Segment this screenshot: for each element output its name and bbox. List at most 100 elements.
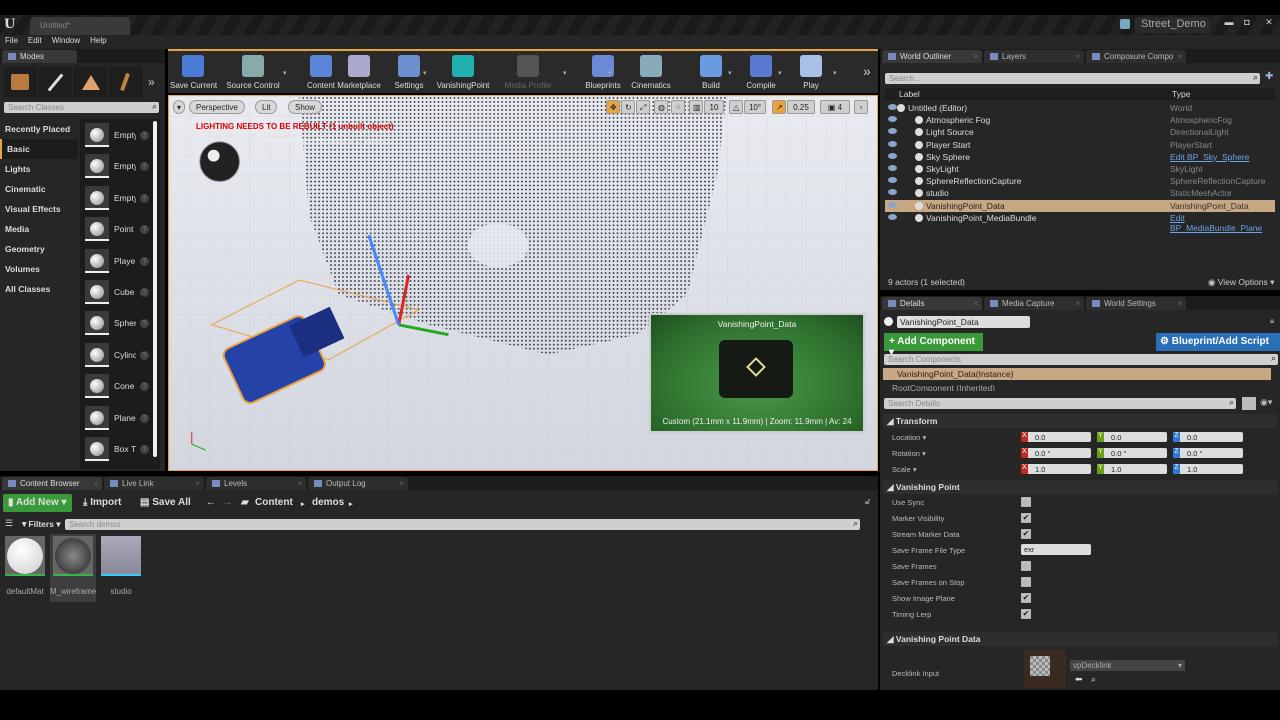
search-classes-input[interactable]: Search Classes ⌕ <box>4 101 159 113</box>
rotation-label[interactable]: Rotation ▾ <box>892 449 926 458</box>
class-item[interactable]: Playe? <box>83 248 153 277</box>
more-toolbar-icon[interactable]: » <box>863 63 871 79</box>
menu-window[interactable]: Window <box>47 35 85 45</box>
maximize-button[interactable]: ◘ <box>1240 17 1254 27</box>
outliner-row[interactable]: VanishingPoint_Data VanishingPoint_Data <box>885 199 1275 212</box>
show-button[interactable]: Show <box>288 100 323 114</box>
document-tab[interactable]: Untitled* <box>30 17 130 35</box>
maximize-viewport-button[interactable]: ▫ <box>854 100 868 114</box>
close-tab-icon[interactable]: × <box>1075 52 1080 61</box>
outliner-row[interactable]: studio StaticMeshActor <box>885 187 1275 199</box>
menu-edit[interactable]: Edit <box>23 35 47 45</box>
tab-details[interactable]: Details × <box>882 297 982 310</box>
path-content[interactable]: Content <box>250 494 298 512</box>
perspective-button[interactable]: Perspective <box>189 100 245 114</box>
location-z-field[interactable]: Z 0.0 <box>1173 432 1243 442</box>
visibility-eye-icon[interactable] <box>888 128 897 135</box>
menu-file[interactable]: File <box>0 35 23 45</box>
help-icon[interactable]: ? <box>140 288 149 297</box>
tab-live-link[interactable]: Live Link × <box>104 477 204 490</box>
lock-icon[interactable]: 🔓︎ <box>860 494 875 512</box>
menu-help[interactable]: Help <box>85 35 111 45</box>
add-component-button[interactable]: + Add Component ▾ <box>884 333 983 358</box>
save-frames-checkbox[interactable] <box>1021 561 1031 571</box>
help-icon[interactable]: ? <box>140 225 149 235</box>
outliner-row[interactable]: Player Start PlayerStart <box>885 139 1275 151</box>
tab-media-capture[interactable]: Media Capture × <box>984 297 1084 310</box>
column-type[interactable]: Type <box>1172 89 1190 99</box>
close-tab-icon[interactable]: × <box>399 479 404 488</box>
save-frame-file-type-input[interactable]: exr <box>1021 544 1091 555</box>
class-item[interactable]: Empty? <box>83 123 153 151</box>
scale-y-field[interactable]: Y 1.0 <box>1097 464 1167 474</box>
outliner-row[interactable]: SphereReflectionCapture SphereReflectionC… <box>885 175 1275 187</box>
class-item[interactable]: Point? <box>83 217 153 245</box>
blueprint-add-script-button[interactable]: ⚙ Blueprint/Add Script <box>1156 333 1280 351</box>
minimize-button[interactable]: ▬ <box>1222 17 1236 27</box>
tab-composure-compo[interactable]: Composure Compo × <box>1086 50 1186 63</box>
timing-lerp-checkbox[interactable]: ✔ <box>1021 609 1031 619</box>
root-component[interactable]: RootComponent (Inherited) <box>892 383 995 391</box>
close-tab-icon[interactable]: × <box>93 479 98 488</box>
actor-name-input[interactable]: VanishingPoint_Data <box>897 316 1030 328</box>
asset-m-wireframe[interactable]: M_wireframe <box>50 534 96 602</box>
translate-tool[interactable]: ✥ <box>606 100 620 114</box>
paint-mode-button[interactable] <box>39 67 72 97</box>
place-mode-button[interactable] <box>4 67 37 97</box>
outliner-row[interactable]: Sky Sphere Edit BP_Sky_Sphere <box>885 151 1275 163</box>
help-icon[interactable]: ? <box>140 131 149 140</box>
surface-snap-toggle[interactable]: ⁘ <box>671 100 685 114</box>
close-tab-icon[interactable]: × <box>297 479 302 488</box>
grid-snap-icon[interactable]: ▥ <box>689 100 703 114</box>
help-icon[interactable]: ? <box>140 319 149 329</box>
category-lights[interactable]: Lights <box>0 159 78 179</box>
lit-button[interactable]: Lit <box>255 100 278 114</box>
sources-toggle-icon[interactable]: ☰ <box>5 518 13 529</box>
path-demos[interactable]: demos <box>307 494 349 512</box>
landscape-mode-button[interactable] <box>74 67 107 97</box>
outliner-row[interactable]: SkyLight SkyLight <box>885 163 1275 175</box>
world-local-toggle[interactable]: ◍ <box>654 100 668 114</box>
toolbar-play-button[interactable]: Play <box>788 53 834 93</box>
toolbar-source-control-button[interactable]: Source Control <box>224 53 282 93</box>
outliner-search-input[interactable]: Search... ⌕ <box>885 72 1260 84</box>
outliner-row[interactable]: VanishingPoint_MediaBundle Edit BP_MediaB… <box>885 212 1275 233</box>
category-visual-effects[interactable]: Visual Effects <box>0 199 78 219</box>
visibility-eye-icon[interactable] <box>888 152 897 159</box>
toolbar-blueprints-button[interactable]: Blueprints <box>580 53 626 93</box>
category-basic[interactable]: Basic <box>0 139 78 159</box>
asset-studio[interactable]: studio <box>98 534 144 602</box>
search-components-input[interactable]: Search Components ⌕ <box>884 353 1278 365</box>
scale-snap-value[interactable]: 0.25 <box>787 100 815 114</box>
class-item[interactable]: Cone? <box>83 374 153 402</box>
asset-defaultmat[interactable]: defaultMat <box>2 534 48 602</box>
location-x-field[interactable]: X 0.0 <box>1021 432 1091 442</box>
class-item[interactable]: Cylinc? <box>83 342 153 371</box>
rotate-tool[interactable]: ↻ <box>621 100 635 114</box>
visibility-eye-icon[interactable] <box>888 116 897 123</box>
rotation-snap-value[interactable]: 10° <box>744 100 766 114</box>
forward-button[interactable]: → <box>217 494 237 512</box>
outliner-row[interactable]: Light Source DirectionalLight <box>885 126 1275 138</box>
tab-modes[interactable]: Modes <box>2 50 77 63</box>
dropdown-arrow-icon[interactable]: ▾ <box>423 69 427 77</box>
visibility-eye-icon[interactable] <box>888 165 897 171</box>
scale-label[interactable]: Scale ▾ <box>892 465 917 474</box>
save-frames-on-stop-checkbox[interactable] <box>1021 577 1031 587</box>
class-item[interactable]: Plane? <box>83 405 153 434</box>
dropdown-arrow-icon[interactable]: ▾ <box>833 69 837 77</box>
import-button[interactable]: ⤓ Import <box>78 494 126 512</box>
save-all-button[interactable]: ▤ Save All <box>135 494 196 512</box>
browse-icon[interactable]: ⌕ <box>1091 674 1096 685</box>
rotation-z-field[interactable]: Z 0.0 ° <box>1173 448 1243 458</box>
category-geometry[interactable]: Geometry <box>0 239 78 259</box>
scale-snap-icon[interactable]: ↗ <box>772 100 786 114</box>
viewport-options-button[interactable]: ▾ <box>173 100 186 114</box>
search-details-input[interactable]: Search Details ⌕ <box>884 397 1236 409</box>
filters-button[interactable]: ▼Filters ▾ <box>20 519 61 530</box>
level-viewport[interactable]: ▾ Perspective Lit Show ✥ ↻ ⤢ ◍ ⁘ ▥ 10 △ … <box>168 95 878 471</box>
add-new-button[interactable]: ▮ Add New ▾ <box>3 494 72 512</box>
tab-layers[interactable]: Layers × <box>984 50 1084 63</box>
visibility-options-icon[interactable]: ◉▾ <box>1260 397 1272 408</box>
property-matrix-icon[interactable] <box>1242 397 1256 410</box>
